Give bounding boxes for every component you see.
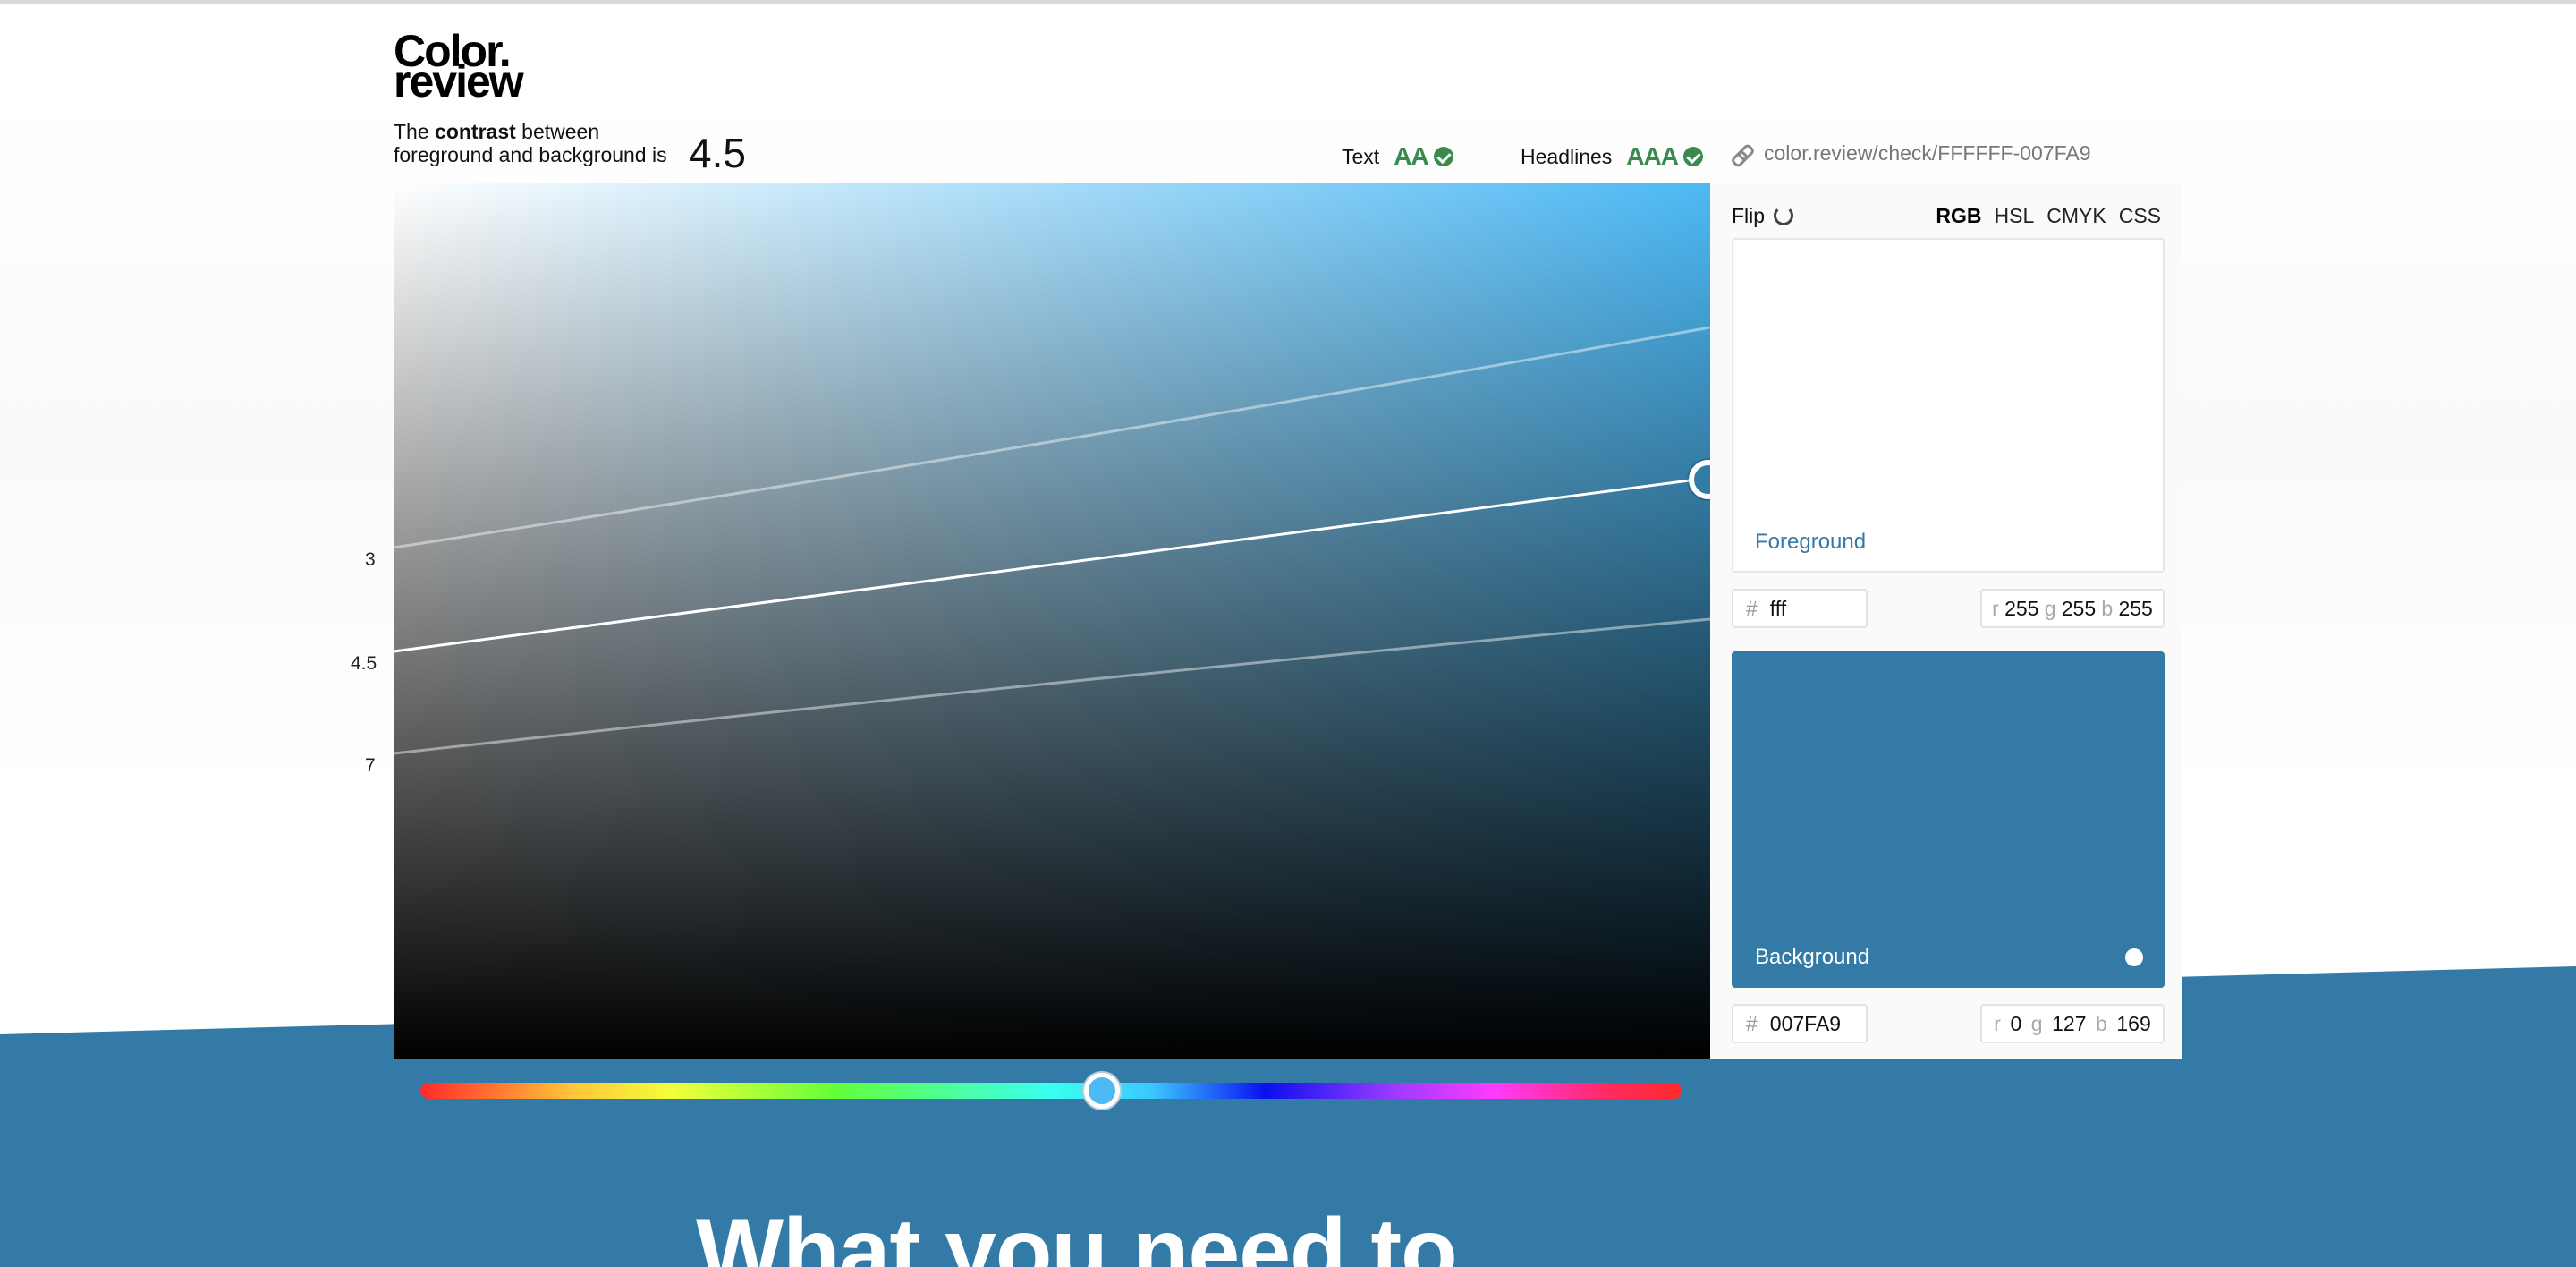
hue-slider-track[interactable] (420, 1083, 1682, 1099)
channel-g: g (2044, 596, 2056, 620)
foreground-hex-input[interactable] (1769, 596, 1860, 621)
tab-css[interactable]: CSS (2119, 204, 2161, 228)
ratio-line-7 (394, 617, 1710, 755)
headlines-label: Headlines (1521, 144, 1613, 168)
color-picker-area[interactable] (394, 183, 1710, 1059)
text-grade: AA (1394, 142, 1428, 170)
background-g-value[interactable]: 127 (2052, 1012, 2086, 1036)
channel-r: r (1992, 596, 1999, 620)
contrast-description: The contrast between foreground and back… (394, 120, 667, 166)
selected-indicator (2125, 948, 2143, 966)
flip-label: Flip (1732, 203, 1766, 227)
hash-symbol: # (1746, 596, 1758, 620)
text-label: Text (1342, 144, 1380, 168)
foreground-g-value[interactable]: 255 (2062, 597, 2096, 621)
foreground-r-value[interactable]: 255 (2004, 597, 2038, 621)
link-icon (1732, 144, 1751, 164)
background-r-value[interactable]: 0 (2010, 1012, 2021, 1036)
page: What you need to Color. review The contr… (0, 0, 2576, 1267)
background-fields: # r 0 g 127 b 169 (1732, 1004, 2165, 1043)
logo[interactable]: Color. review (394, 29, 524, 106)
color-mode-tabs: RGB HSL CMYK CSS (1936, 204, 2161, 228)
channel-b: b (2096, 1011, 2107, 1035)
ratio-line-4-5 (394, 476, 1710, 653)
foreground-b-value[interactable]: 255 (2118, 597, 2152, 621)
contrast-middle: between (515, 120, 600, 143)
foreground-rgb-field[interactable]: r 255 g 255 b 255 (1980, 589, 2165, 628)
channel-r: r (1994, 1011, 2001, 1035)
contrast-line-2: foreground and background is (394, 143, 667, 166)
check-icon (1682, 147, 1703, 166)
background-hex-field[interactable]: # (1732, 1004, 1868, 1043)
ratio-label-7: 7 (365, 755, 376, 776)
foreground-swatch[interactable]: Foreground (1732, 238, 2165, 573)
wcag-text-rating: Text AA (1342, 141, 1453, 172)
share-link[interactable]: color.review/check/FFFFFF-007FA9 (1732, 141, 2091, 166)
panel-toolbar: Flip RGB HSL CMYK CSS (1732, 200, 2161, 231)
background-label: Background (1755, 945, 1870, 969)
channel-g: g (2030, 1011, 2043, 1035)
ratio-label-3: 3 (365, 549, 376, 570)
background-swatch[interactable]: Background (1732, 651, 2165, 988)
channel-b: b (2101, 596, 2114, 620)
contrast-ratio-value: 4.5 (689, 130, 746, 176)
headlines-grade: AAA (1626, 142, 1679, 170)
background-rgb-field[interactable]: r 0 g 127 b 169 (1980, 1004, 2165, 1043)
background-b-value[interactable]: 169 (2116, 1012, 2150, 1036)
contrast-lines (394, 326, 1710, 755)
hero-heading: What you need to (696, 1200, 1458, 1267)
ratio-label-4-5: 4.5 (351, 653, 377, 674)
color-panel: Flip RGB HSL CMYK CSS Foreground # r 255… (1710, 183, 2182, 1059)
contrast-prefix: The (394, 120, 436, 143)
background-hex-input[interactable] (1769, 1011, 1860, 1036)
logo-line-2: review (394, 56, 524, 106)
rotate-icon (1774, 206, 1794, 225)
hue-slider-handle[interactable] (1084, 1073, 1120, 1109)
top-border (0, 0, 2576, 4)
check-icon (1433, 147, 1453, 166)
hash-symbol: # (1746, 1011, 1758, 1035)
foreground-label: Foreground (1755, 530, 1867, 554)
tab-rgb[interactable]: RGB (1936, 204, 1981, 228)
foreground-hex-field[interactable]: # (1732, 589, 1868, 628)
tab-hsl[interactable]: HSL (1995, 204, 2035, 228)
wcag-headlines-rating: Headlines AAA (1521, 141, 1703, 172)
contrast-bold: contrast (435, 120, 516, 143)
ratio-line-3 (394, 326, 1710, 549)
tab-cmyk[interactable]: CMYK (2046, 204, 2106, 228)
foreground-fields: # r 255 g 255 b 255 (1732, 589, 2165, 628)
flip-button[interactable]: Flip (1732, 203, 1794, 228)
share-url[interactable]: color.review/check/FFFFFF-007FA9 (1764, 141, 2091, 166)
